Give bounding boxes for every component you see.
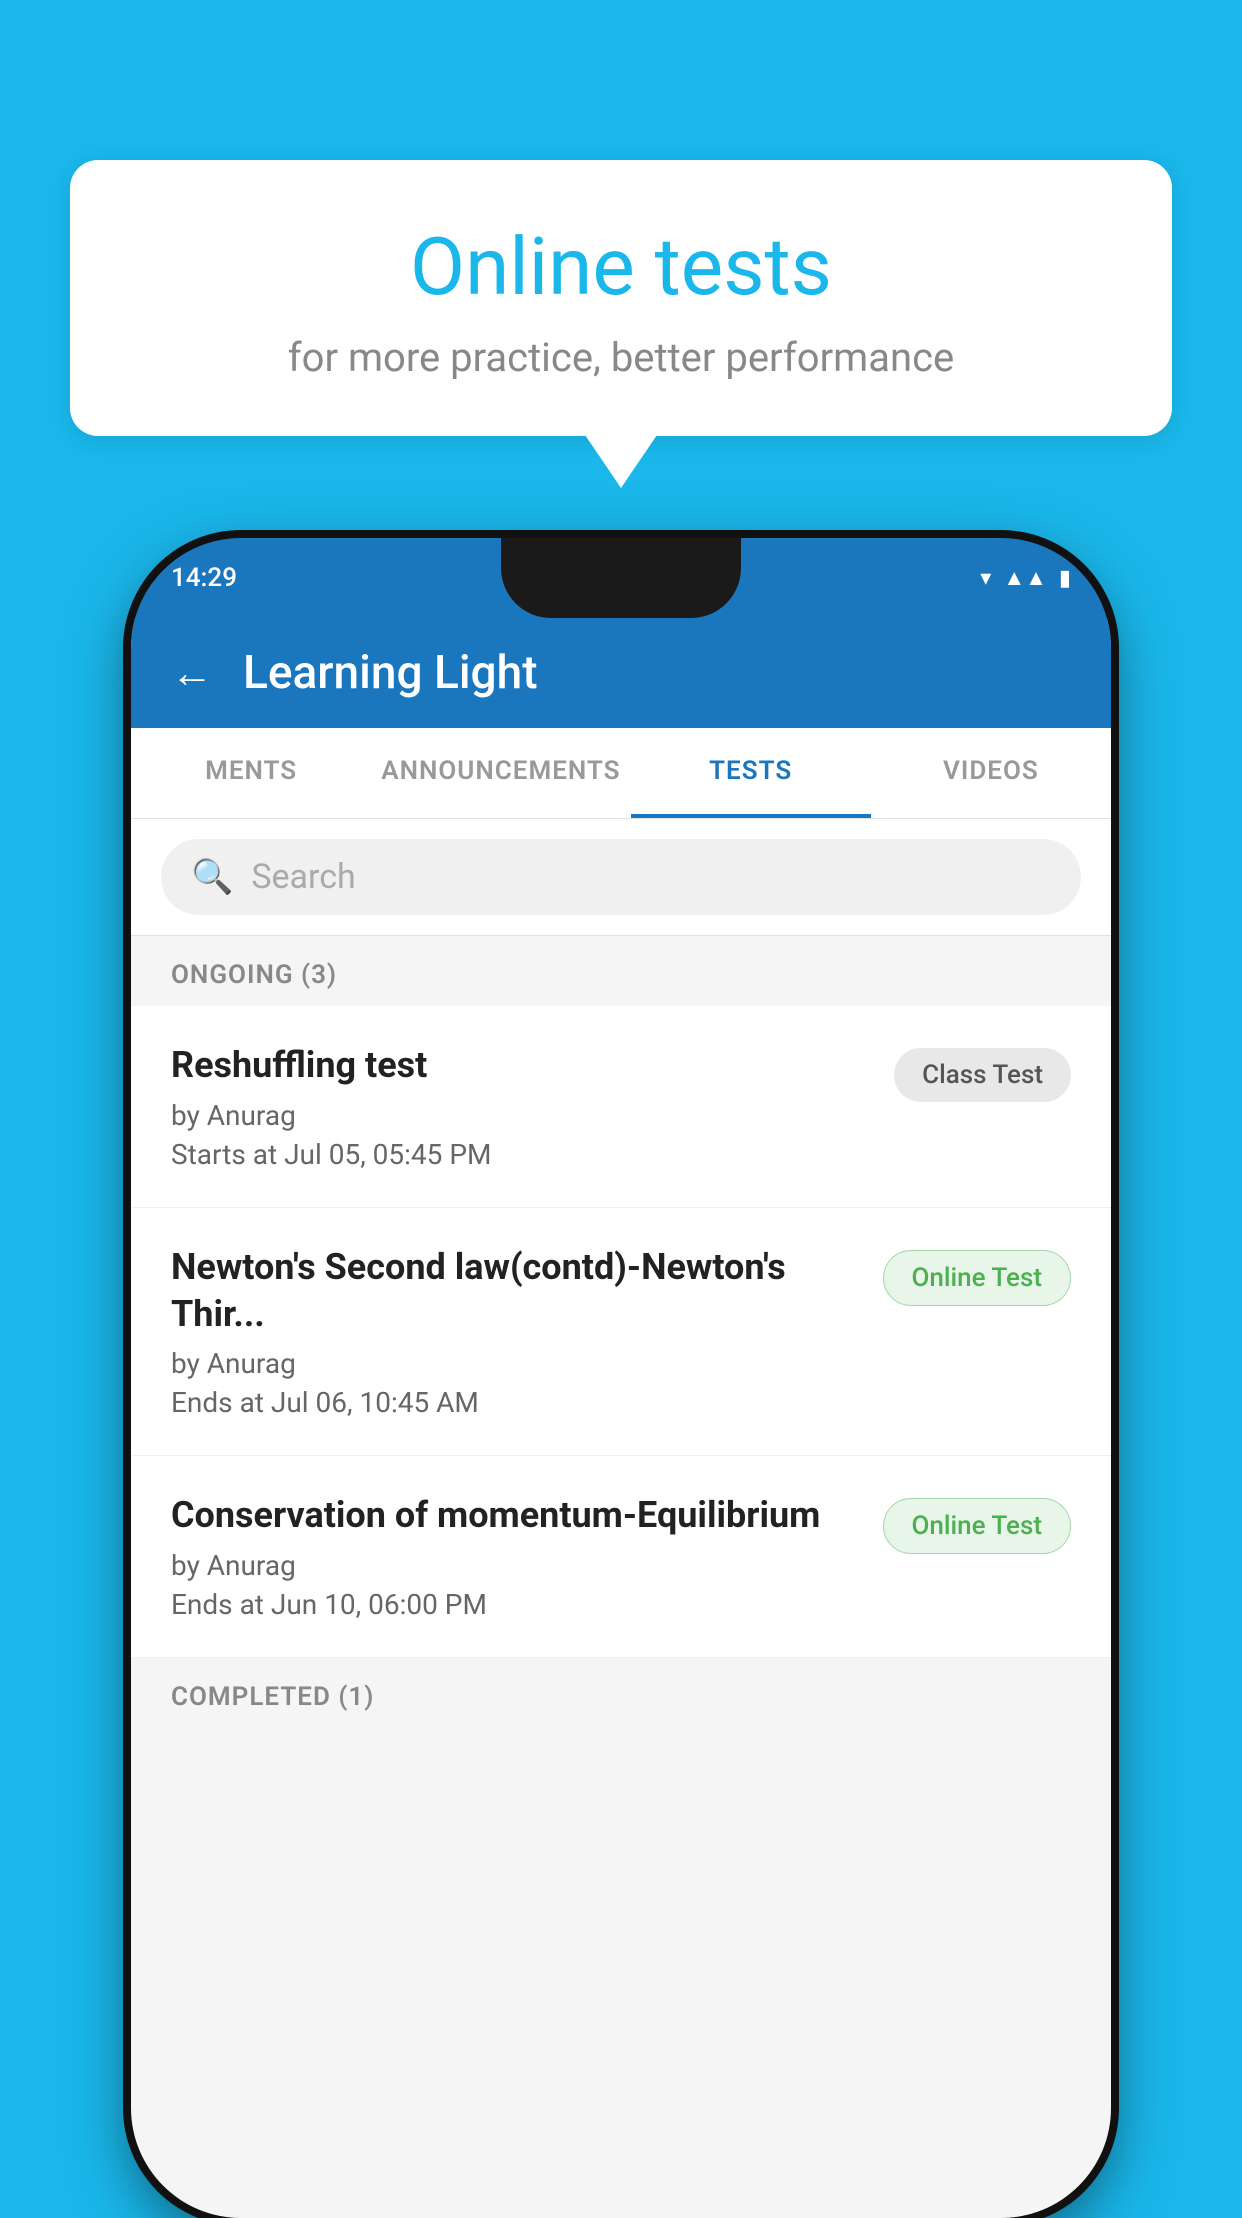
test-item[interactable]: Conservation of momentum-Equilibrium by … [131,1456,1111,1658]
tab-tests[interactable]: TESTS [631,728,871,818]
app-title: Learning Light [243,646,538,700]
search-placeholder: Search [251,857,355,897]
signal-icon: ▲▲ [1003,565,1047,591]
tabs-container: MENTS ANNOUNCEMENTS TESTS VIDEOS [131,728,1111,819]
test-by: by Anurag [171,1347,863,1380]
tab-announcements[interactable]: ANNOUNCEMENTS [371,728,630,818]
test-info: Reshuffling test by Anurag Starts at Jul… [171,1042,874,1171]
test-name: Reshuffling test [171,1042,874,1089]
tab-ments[interactable]: MENTS [131,728,371,818]
test-info: Newton's Second law(contd)-Newton's Thir… [171,1244,863,1420]
test-item[interactable]: Reshuffling test by Anurag Starts at Jul… [131,1006,1111,1208]
status-icons: ▾ ▲▲ ▮ [980,565,1071,591]
test-info: Conservation of momentum-Equilibrium by … [171,1492,863,1621]
battery-icon: ▮ [1059,566,1071,591]
speech-bubble: Online tests for more practice, better p… [70,160,1172,436]
back-button[interactable]: ← [171,649,213,698]
tab-videos[interactable]: VIDEOS [871,728,1111,818]
completed-section-header: COMPLETED (1) [131,1658,1111,1728]
status-bar: 14:29 ▾ ▲▲ ▮ [131,538,1111,618]
test-time: Ends at Jun 10, 06:00 PM [171,1588,863,1621]
test-name: Conservation of momentum-Equilibrium [171,1492,863,1539]
wifi-icon: ▾ [980,566,991,591]
speech-bubble-container: Online tests for more practice, better p… [70,160,1172,436]
test-by: by Anurag [171,1099,874,1132]
test-time: Starts at Jul 05, 05:45 PM [171,1138,874,1171]
completed-label: COMPLETED (1) [171,1682,374,1712]
test-badge-online: Online Test [883,1250,1072,1306]
search-icon: 🔍 [191,857,233,897]
app-header: ← Learning Light [131,618,1111,728]
status-time: 14:29 [171,563,237,593]
search-bar[interactable]: 🔍 Search [161,839,1081,915]
test-time: Ends at Jul 06, 10:45 AM [171,1386,863,1419]
ongoing-section-header: ONGOING (3) [131,936,1111,1006]
test-by: by Anurag [171,1549,863,1582]
search-container: 🔍 Search [131,819,1111,936]
phone-screen: ← Learning Light MENTS ANNOUNCEMENTS TES… [131,618,1111,2218]
bubble-title: Online tests [130,220,1112,314]
test-item[interactable]: Newton's Second law(contd)-Newton's Thir… [131,1208,1111,1457]
test-list: Reshuffling test by Anurag Starts at Jul… [131,1006,1111,1658]
bubble-subtitle: for more practice, better performance [130,334,1112,381]
test-name: Newton's Second law(contd)-Newton's Thir… [171,1244,863,1338]
test-badge-online-2: Online Test [883,1498,1072,1554]
test-badge-class: Class Test [894,1048,1071,1102]
phone-frame: 14:29 ▾ ▲▲ ▮ ← Learning Light MENTS ANNO… [131,538,1111,2218]
ongoing-label: ONGOING (3) [171,960,337,990]
